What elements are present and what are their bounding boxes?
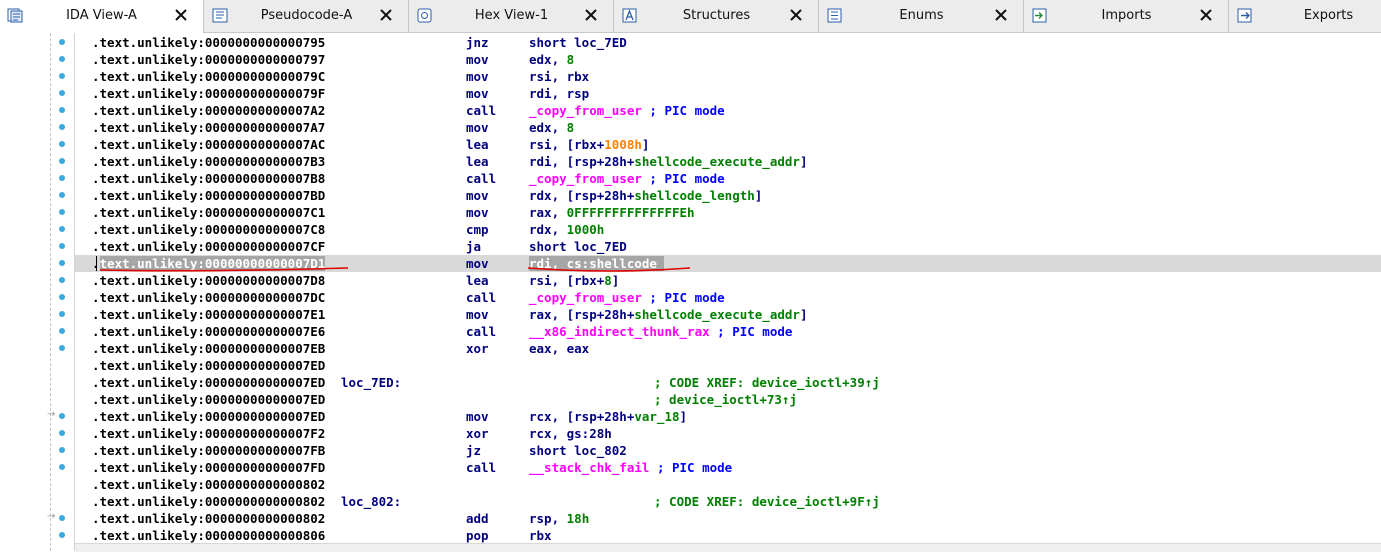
annotation-underlines [99,267,691,272]
annotation-underline-operand [527,267,691,272]
annotation-underline-address [99,267,349,272]
